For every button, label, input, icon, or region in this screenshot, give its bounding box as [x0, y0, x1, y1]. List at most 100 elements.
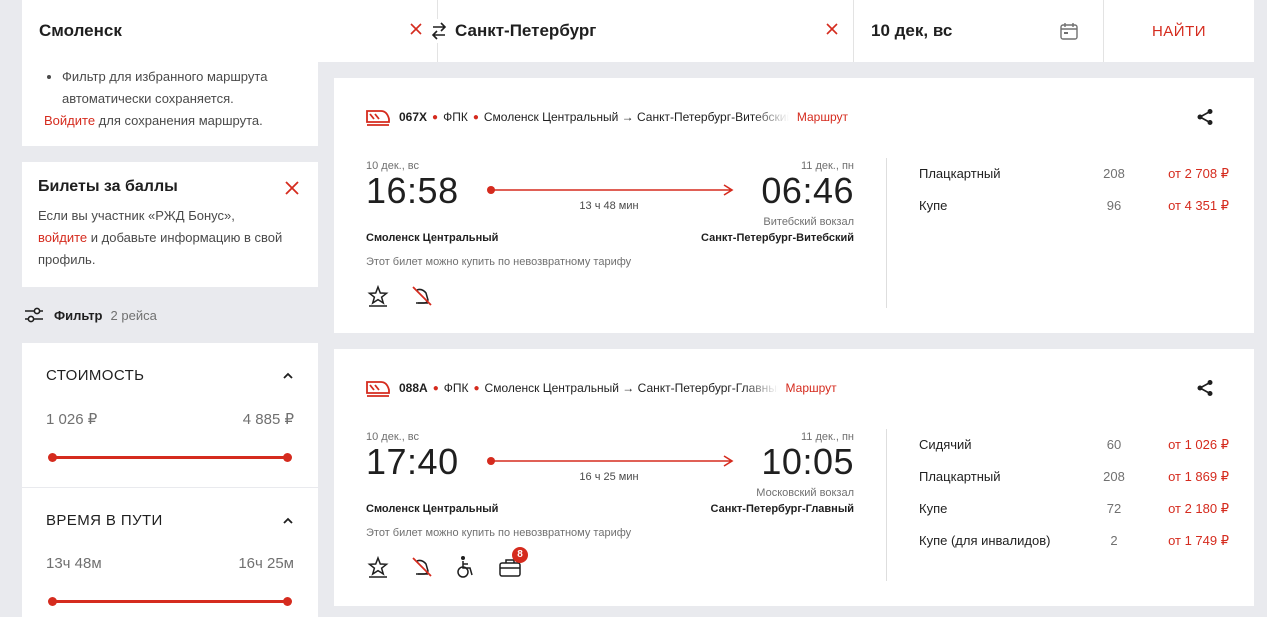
fare-row[interactable]: Купе 96 от 4 351 ₽	[919, 198, 1229, 230]
time-min: 13ч 48м	[46, 555, 102, 572]
train-features	[366, 284, 434, 308]
fare-price[interactable]: от 4 351 ₽	[1149, 198, 1229, 214]
fare-row[interactable]: Плацкартный 208 от 1 869 ₽	[919, 469, 1229, 501]
clear-from-icon[interactable]	[409, 22, 423, 36]
fares-list: Плацкартный 208 от 2 708 ₽ Купе 96 от 4 …	[919, 166, 1229, 230]
departure-station: Смоленск Центральный	[366, 232, 499, 244]
route-save-bullet: Фильтр для избранного маршрута автоматич…	[62, 66, 302, 110]
time-range-values: 13ч 48м 16ч 25м	[46, 555, 294, 572]
time-slider-max-handle[interactable]	[283, 597, 292, 606]
train-route: Смоленск Центральный → Санкт-Петербург-В…	[483, 110, 789, 124]
bonus-login-link[interactable]: войдите	[38, 230, 87, 245]
route-link[interactable]: Маршрут	[797, 110, 848, 124]
date-input[interactable]: 10 дек, вс	[871, 21, 952, 41]
train-card[interactable]: 088А ● ФПК ● Смоленск Центральный → Санк…	[334, 349, 1254, 606]
carrier: ФПК	[443, 381, 469, 395]
find-button[interactable]: НАЙТИ	[1104, 0, 1254, 62]
separator-dot: ●	[432, 382, 439, 394]
from-input[interactable]: Смоленск	[39, 21, 122, 41]
cost-slider[interactable]	[46, 452, 294, 462]
search-bar: Смоленск Санкт-Петербург 10 дек, вс НАЙТ…	[22, 0, 1254, 62]
fare-row[interactable]: Купе 72 от 2 180 ₽	[919, 501, 1229, 533]
cost-filter-header[interactable]: СТОИМОСТЬ	[46, 367, 294, 384]
bonus-panel: Билеты за баллы Если вы участник «РЖД Бо…	[22, 162, 318, 287]
fare-price[interactable]: от 2 708 ₽	[1149, 166, 1229, 182]
cost-filter-title: СТОИМОСТЬ	[46, 367, 145, 384]
travel-duration: 13 ч 48 мин	[579, 200, 639, 212]
wheelchair-icon[interactable]	[454, 555, 478, 579]
cost-range-values: 1 026 ₽ 4 885 ₽	[46, 410, 294, 428]
train-number: 067Х	[399, 110, 428, 124]
no-pets-icon[interactable]	[410, 555, 434, 579]
fare-price[interactable]: от 1 026 ₽	[1149, 437, 1229, 453]
departure-time: 17:40	[366, 441, 459, 482]
train-number: 088А	[399, 381, 428, 395]
date-field[interactable]: 10 дек, вс	[854, 0, 1104, 62]
clear-to-icon[interactable]	[825, 22, 839, 36]
route-arrow-icon	[487, 184, 734, 196]
filter-icon[interactable]	[24, 305, 44, 325]
fare-seats: 72	[1106, 501, 1122, 516]
time-slider-track	[52, 600, 288, 603]
fare-seats: 96	[1106, 198, 1122, 213]
premium-star-icon[interactable]	[366, 555, 390, 579]
arrival-time: 06:46	[761, 170, 854, 211]
calendar-icon[interactable]	[1059, 21, 1079, 41]
find-button-label: НАЙТИ	[1151, 22, 1207, 40]
no-pets-icon[interactable]	[410, 284, 434, 308]
filter-label[interactable]: Фильтр	[54, 308, 103, 323]
to-input[interactable]: Санкт-Петербург	[455, 21, 596, 41]
train-features: 8	[366, 547, 528, 579]
fare-class: Плацкартный	[919, 469, 1001, 484]
cost-filter: СТОИМОСТЬ 1 026 ₽ 4 885 ₽	[22, 343, 318, 487]
train-header: 088А ● ФПК ● Смоленск Центральный → Санк…	[366, 379, 837, 397]
fare-row[interactable]: Сидячий 60 от 1 026 ₽	[919, 437, 1229, 469]
cost-min: 1 026 ₽	[46, 411, 98, 428]
fare-class: Купе (для инвалидов)	[919, 533, 1051, 548]
fare-seats: 2	[1110, 533, 1118, 548]
separator-dot: ●	[432, 111, 439, 123]
route-arrow-icon	[487, 455, 734, 467]
fare-class: Купе	[919, 501, 948, 516]
share-icon[interactable]	[1196, 379, 1214, 397]
fare-row[interactable]: Плацкартный 208 от 2 708 ₽	[919, 166, 1229, 198]
premium-star-icon[interactable]	[366, 284, 390, 308]
luggage-feature[interactable]: 8	[498, 547, 528, 579]
cost-slider-max-handle[interactable]	[283, 453, 292, 462]
fares-list: Сидячий 60 от 1 026 ₽ Плацкартный 208 от…	[919, 437, 1229, 565]
separator-dot: ●	[473, 382, 480, 394]
chevron-up-icon[interactable]	[282, 370, 294, 382]
arrival-time: 10:05	[761, 441, 854, 482]
fare-seats: 208	[1103, 166, 1125, 181]
fare-class: Сидячий	[919, 437, 972, 452]
carrier: ФПК	[443, 110, 468, 124]
time-filter-header[interactable]: ВРЕМЯ В ПУТИ	[46, 512, 294, 529]
cost-slider-min-handle[interactable]	[48, 453, 57, 462]
login-line-text: для сохранения маршрута.	[95, 113, 263, 128]
arrival-terminal: Московский вокзал	[756, 487, 854, 499]
close-icon[interactable]	[284, 180, 300, 196]
from-field[interactable]: Смоленск	[22, 0, 438, 62]
fare-class: Купе	[919, 198, 948, 213]
fare-row[interactable]: Купе (для инвалидов) 2 от 1 749 ₽	[919, 533, 1229, 565]
swap-icon[interactable]	[430, 19, 448, 43]
time-slider[interactable]	[46, 596, 294, 606]
train-card[interactable]: 067Х ● ФПК ● Смоленск Центральный → Санк…	[334, 78, 1254, 333]
time-slider-min-handle[interactable]	[48, 597, 57, 606]
fare-class: Плацкартный	[919, 166, 1001, 181]
card-divider	[886, 158, 887, 308]
fare-price[interactable]: от 1 749 ₽	[1149, 533, 1229, 549]
fare-price[interactable]: от 1 869 ₽	[1149, 469, 1229, 485]
fare-price[interactable]: от 2 180 ₽	[1149, 501, 1229, 517]
route-link[interactable]: Маршрут	[786, 381, 837, 395]
arrival-terminal: Витебский вокзал	[763, 216, 854, 228]
chevron-up-icon[interactable]	[282, 515, 294, 527]
time-max: 16ч 25м	[238, 555, 294, 572]
login-line: Войдите для сохранения маршрута.	[44, 110, 302, 132]
filter-row[interactable]: Фильтр 2 рейса	[24, 304, 157, 326]
bonus-title: Билеты за баллы	[38, 178, 178, 195]
to-field[interactable]: Санкт-Петербург	[438, 0, 854, 62]
share-icon[interactable]	[1196, 108, 1214, 126]
login-link[interactable]: Войдите	[44, 113, 95, 128]
bonus-text-1: Если вы участник «РЖД Бонус»,	[38, 208, 235, 223]
